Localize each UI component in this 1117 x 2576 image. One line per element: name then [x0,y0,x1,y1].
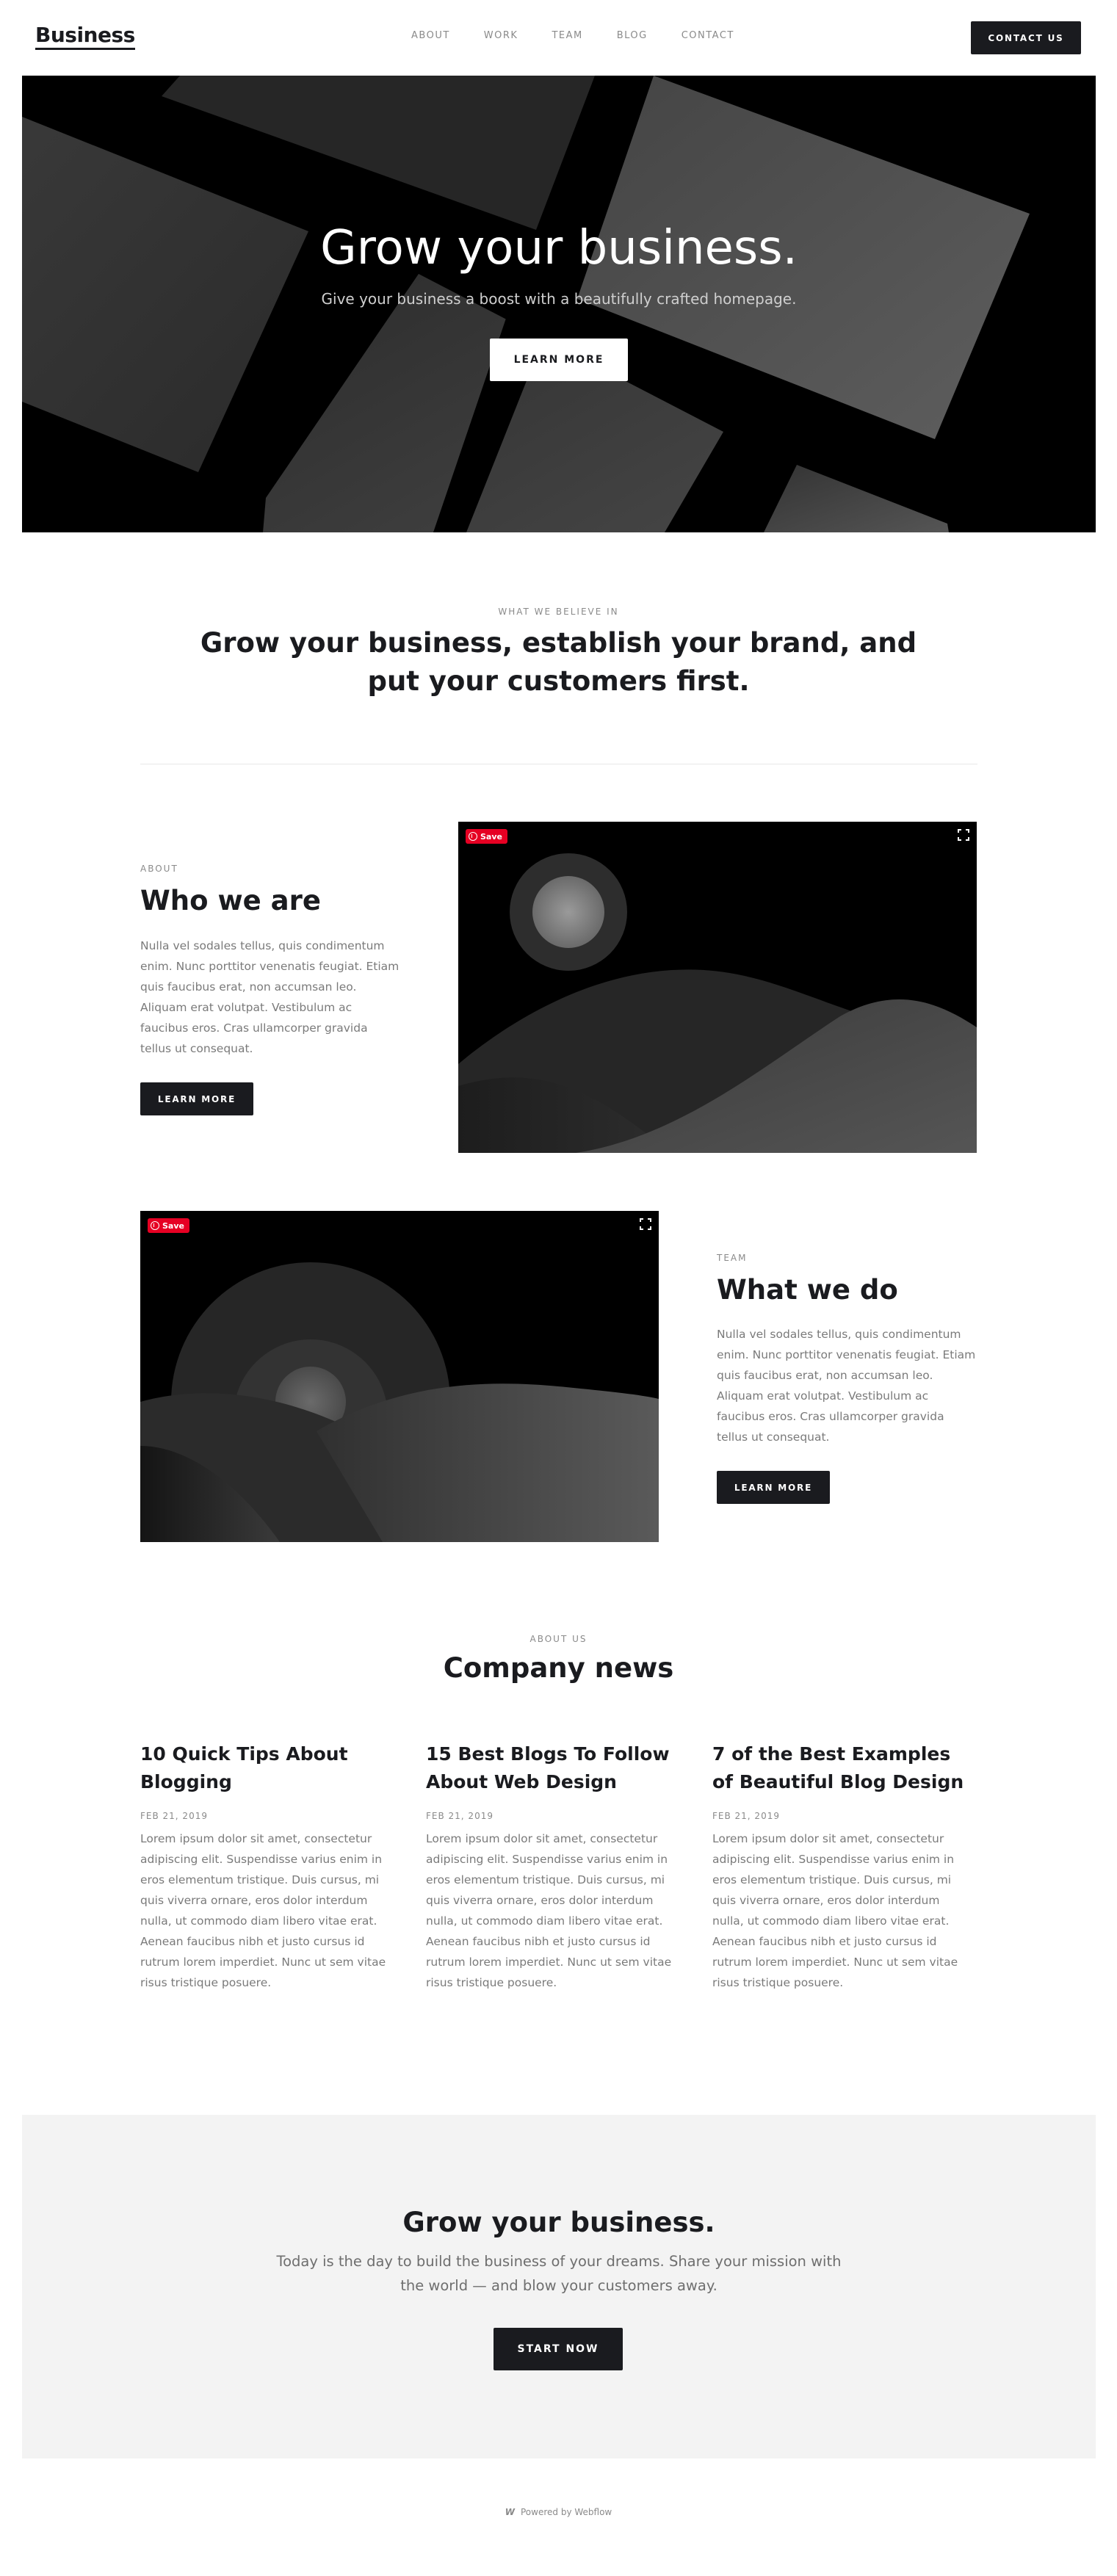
team-eyebrow: TEAM [717,1253,748,1263]
main-menu: ABOUT WORK TEAM BLOG CONTACT [411,30,768,41]
post-excerpt: Lorem ipsum dolor sit amet, consectetur … [426,1832,672,1989]
about-image: Save [458,822,977,1153]
blog-post-card[interactable]: 10 Quick Tips About Blogging FEB 21, 201… [140,1740,397,1993]
hero-learn-more-button[interactable]: LEARN MORE [490,339,628,381]
believe-title: Grow your business, establish your brand… [200,627,917,697]
footer: W Powered by Webflow [0,2507,1117,2517]
post-date: FEB 21, 2019 [426,1811,494,1821]
cta-text: Today is the day to build the business o… [276,2253,842,2294]
about-eyebrow: ABOUT [140,864,178,874]
news-eyebrow: ABOUT US [529,1634,588,1644]
save-label: Save [480,831,502,842]
nav-link-work[interactable]: WORK [484,30,518,41]
nav-link-blog[interactable]: BLOG [617,30,648,41]
about-title: Who we are [140,885,321,916]
pinterest-icon [469,832,477,841]
team-learn-more-button[interactable]: LEARN MORE [717,1471,830,1504]
pinterest-save-button[interactable]: Save [148,1218,189,1233]
team-image: Save [140,1211,659,1542]
contact-us-button[interactable]: CONTACT US [971,21,1081,54]
cta-title: Grow your business. [402,2207,715,2238]
about-learn-more-button[interactable]: LEARN MORE [140,1082,253,1115]
blog-post-card[interactable]: 15 Best Blogs To Follow About Web Design… [426,1740,683,1993]
post-date: FEB 21, 2019 [712,1811,780,1821]
expand-icon[interactable] [958,829,969,841]
pinterest-icon [151,1221,159,1230]
blog-post-card[interactable]: 7 of the Best Examples of Beautiful Blog… [712,1740,969,1993]
pinterest-save-button[interactable]: Save [466,829,507,844]
believe-eyebrow: WHAT WE BELIEVE IN [498,607,619,617]
hero-section: Grow your business. Give your business a… [22,76,1096,532]
post-title[interactable]: 10 Quick Tips About Blogging [140,1740,397,1796]
cta-section: Grow your business. Today is the day to … [22,2115,1096,2459]
post-date: FEB 21, 2019 [140,1811,208,1821]
top-nav: Business ABOUT WORK TEAM BLOG CONTACT CO… [0,0,1117,76]
start-now-button[interactable]: START NOW [494,2328,623,2370]
news-title: Company news [443,1652,674,1684]
about-text: Nulla vel sodales tellus, quis condiment… [140,939,400,1055]
post-excerpt: Lorem ipsum dolor sit amet, consectetur … [140,1832,386,1989]
powered-by-link[interactable]: Powered by Webflow [521,2507,612,2517]
webflow-icon: W [505,2507,515,2517]
nav-link-about[interactable]: ABOUT [411,30,450,41]
moon-hills-illustration [458,853,977,1153]
save-label: Save [162,1220,184,1231]
team-text: Nulla vel sodales tellus, quis condiment… [717,1328,976,1444]
brand-logo[interactable]: Business [35,23,135,50]
moon-hills-illustration [140,1262,659,1542]
nav-link-contact[interactable]: CONTACT [682,30,734,41]
hero-subtitle: Give your business a boost with a beauti… [321,290,797,308]
post-excerpt: Lorem ipsum dolor sit amet, consectetur … [712,1832,958,1989]
expand-icon[interactable] [640,1218,651,1230]
team-title: What we do [717,1274,898,1306]
post-title[interactable]: 15 Best Blogs To Follow About Web Design [426,1740,683,1796]
nav-link-team[interactable]: TEAM [552,30,582,41]
hero-title: Grow your business. [320,221,798,275]
post-title[interactable]: 7 of the Best Examples of Beautiful Blog… [712,1740,969,1796]
